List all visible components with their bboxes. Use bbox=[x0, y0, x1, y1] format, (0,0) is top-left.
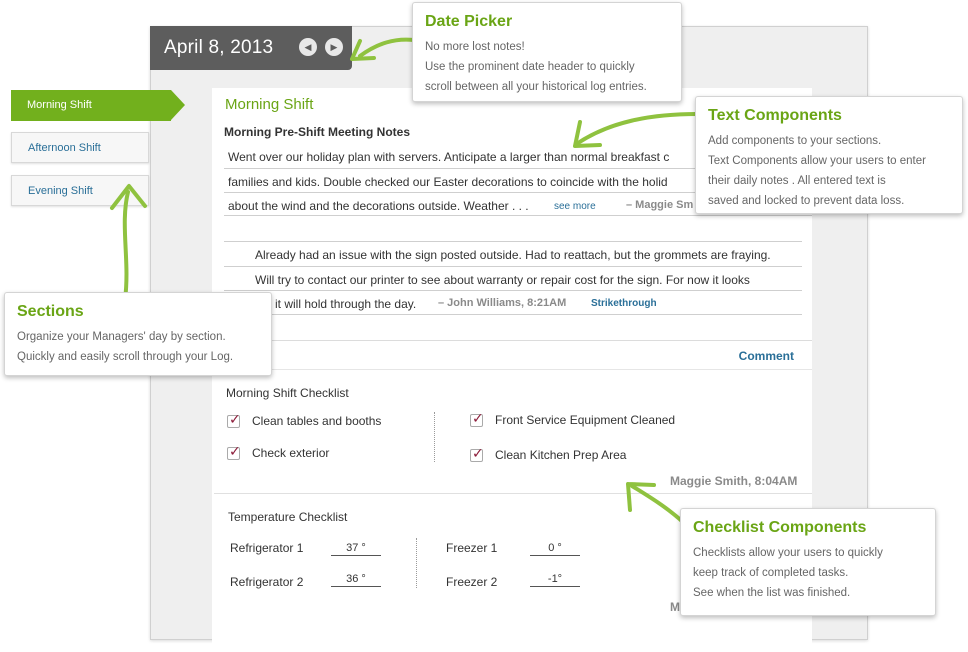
checkmark-icon: ✓ bbox=[229, 442, 241, 459]
callout-title: Date Picker bbox=[425, 13, 513, 30]
checkbox[interactable]: ✓ bbox=[470, 445, 484, 462]
checkmark-icon: ✓ bbox=[472, 444, 484, 461]
callout-checklist-components: Checklist Components Checklists allow yo… bbox=[680, 508, 936, 616]
column-divider bbox=[416, 538, 417, 588]
checkbox[interactable]: ✓ bbox=[227, 443, 241, 460]
callout-line: Use the prominent date header to quickly bbox=[425, 61, 635, 73]
callout-title: Sections bbox=[17, 303, 84, 320]
section-title: Morning Shift bbox=[225, 96, 314, 113]
divider bbox=[224, 215, 812, 216]
note-line: Already had an issue with the sign poste… bbox=[255, 248, 771, 262]
divider bbox=[224, 266, 802, 267]
sections-arrow bbox=[122, 190, 130, 302]
temperature-input[interactable] bbox=[331, 540, 381, 556]
section-tab-afternoon-shift[interactable]: Afternoon Shift bbox=[11, 132, 149, 163]
temperature-signoff: M bbox=[670, 600, 680, 614]
callout-line: Quickly and easily scroll through your L… bbox=[17, 351, 234, 363]
callout-line: Text Components allow your users to ente… bbox=[708, 155, 926, 167]
callout-line: keep track of completed tasks. bbox=[693, 567, 849, 579]
section-tab-morning-shift[interactable]: Morning Shift bbox=[11, 90, 185, 121]
callout-line: Add components to your sections. bbox=[708, 135, 882, 147]
note-author: – John Williams, 8:21AM bbox=[438, 297, 567, 309]
previous-date-icon[interactable]: ◀ bbox=[299, 38, 317, 56]
note-line: Will try to contact our printer to see a… bbox=[255, 273, 750, 287]
callout-line: See when the list was finished. bbox=[693, 587, 851, 599]
note-line: e it will hold through the day. bbox=[265, 297, 417, 311]
checkmark-icon: ✓ bbox=[229, 410, 241, 427]
callout-title: Checklist Components bbox=[693, 519, 867, 536]
note-author: – Maggie Sm bbox=[626, 199, 694, 211]
comment-button[interactable]: Comment bbox=[739, 349, 794, 363]
checklist-item-label: Check exterior bbox=[252, 446, 330, 460]
temperature-input[interactable] bbox=[331, 571, 381, 587]
note-line: about the wind and the decorations outsi… bbox=[228, 199, 529, 213]
checklist-item[interactable]: ✓ Clean Kitchen Prep Area bbox=[470, 445, 627, 462]
next-date-icon[interactable]: ▶ bbox=[325, 38, 343, 56]
checklist-item-label: Front Service Equipment Cleaned bbox=[495, 413, 676, 427]
date-label: April 8, 2013 bbox=[164, 37, 274, 58]
note-line: families and kids. Double checked our Ea… bbox=[228, 175, 668, 189]
section-tab-evening-shift[interactable]: Evening Shift bbox=[11, 175, 149, 206]
date-header: April 8, 2013 bbox=[150, 26, 352, 70]
temperature-input[interactable] bbox=[530, 571, 580, 587]
checkbox[interactable]: ✓ bbox=[470, 410, 484, 427]
callout-line: their daily notes . All entered text is bbox=[708, 175, 886, 187]
checkbox[interactable]: ✓ bbox=[227, 411, 241, 428]
callout-line: Checklists allow your users to quickly bbox=[693, 547, 883, 559]
checklist-item[interactable]: ✓ Clean tables and booths bbox=[227, 411, 382, 428]
checklist-item[interactable]: ✓ Check exterior bbox=[227, 443, 330, 460]
divider bbox=[224, 314, 802, 315]
comment-bar: Comment bbox=[214, 340, 812, 370]
temperature-label: Refrigerator 2 bbox=[230, 575, 304, 589]
temperature-label: Refrigerator 1 bbox=[230, 541, 304, 555]
callout-line: scroll between all your historical log e… bbox=[425, 81, 647, 93]
checklist-item-label: Clean Kitchen Prep Area bbox=[495, 448, 627, 462]
callout-line: Organize your Managers' day by section. bbox=[17, 331, 226, 343]
see-more-link[interactable]: see more bbox=[554, 201, 596, 212]
temperature-label: Freezer 1 bbox=[446, 541, 498, 555]
divider bbox=[224, 290, 802, 291]
callout-line: No more lost notes! bbox=[425, 41, 525, 53]
divider bbox=[224, 241, 802, 242]
callout-text-components: Text Components Add components to your s… bbox=[695, 96, 963, 214]
callout-date-picker: Date Picker No more lost notes! Use the … bbox=[412, 2, 682, 102]
checklist-signoff: Maggie Smith, 8:04AM bbox=[670, 474, 798, 488]
checklist-item-label: Clean tables and booths bbox=[252, 414, 382, 428]
callout-line: saved and locked to prevent data loss. bbox=[708, 195, 905, 207]
note-line: Went over our holiday plan with servers.… bbox=[228, 150, 670, 164]
column-divider bbox=[434, 412, 435, 462]
strikethrough-link[interactable]: Strikethrough bbox=[591, 298, 657, 309]
notes-heading: Morning Pre-Shift Meeting Notes bbox=[224, 125, 410, 139]
checklist-title: Morning Shift Checklist bbox=[226, 386, 349, 400]
callout-sections: Sections Organize your Managers' day by … bbox=[4, 292, 272, 376]
checklist-item[interactable]: ✓ Front Service Equipment Cleaned bbox=[470, 410, 676, 427]
checkmark-icon: ✓ bbox=[472, 409, 484, 426]
divider bbox=[214, 493, 812, 494]
temperature-label: Freezer 2 bbox=[446, 575, 498, 589]
temperature-input[interactable] bbox=[530, 540, 580, 556]
temperature-title: Temperature Checklist bbox=[228, 510, 348, 524]
callout-title: Text Components bbox=[708, 107, 842, 124]
